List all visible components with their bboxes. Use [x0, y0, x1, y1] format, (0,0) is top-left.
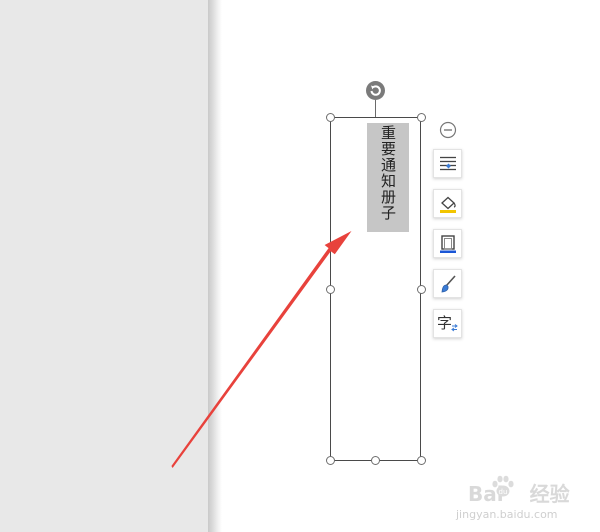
paw-logo-icon: du: [492, 475, 514, 497]
watermark-brand: Bai 经验: [468, 482, 570, 506]
baidu-watermark: Bai 经验 du jingyan.baidu.com: [450, 466, 600, 532]
svg-text:du: du: [499, 488, 508, 496]
watermark-url: jingyan.baidu.com: [456, 508, 558, 521]
annotation-arrow-icon: [171, 231, 352, 468]
